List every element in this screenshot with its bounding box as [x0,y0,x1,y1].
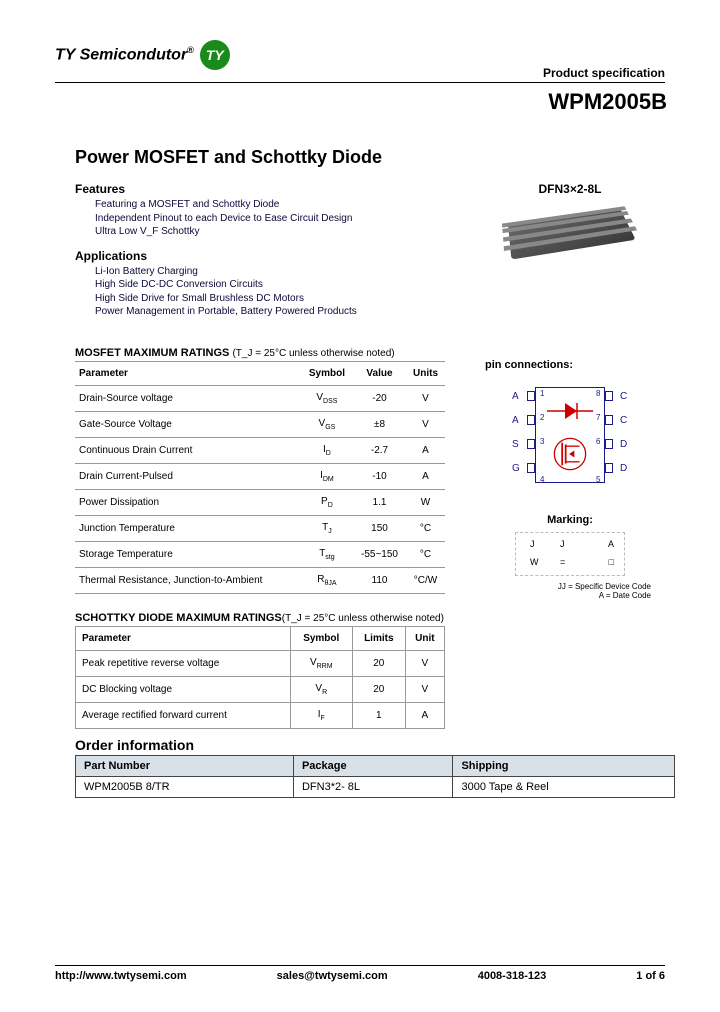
footer-url: http://www.twtysemi.com [55,970,187,982]
application-item: Li-Ion Battery Charging [95,265,445,279]
table-row: DC Blocking voltageVR20V [76,676,445,702]
schottky-ratings-table: Parameter Symbol Limits Unit Peak repeti… [75,626,445,729]
applications-heading: Applications [75,249,445,263]
application-item: Power Management in Portable, Battery Po… [95,305,445,319]
table-row: Drain-Source voltageVDSS-20V [75,385,445,411]
company-logo: TY [200,40,230,70]
application-item: High Side DC-DC Conversion Circuits [95,278,445,292]
col-package: Package [293,755,453,776]
schottky-diode-icon [547,391,593,431]
part-number: WPM2005B [55,89,667,115]
company-name: TY Semicondutor® [55,45,194,64]
table-row: Continuous Drain CurrentID-2.7A [75,437,445,463]
col-parameter: Parameter [75,361,301,385]
col-unit: Unit [405,626,444,650]
schottky-table-title: SCHOTTKY DIODE MAXIMUM RATINGS(T_J = 25°… [75,612,445,624]
col-parameter: Parameter [76,626,291,650]
feature-item: Independent Pinout to each Device to Eas… [95,212,445,226]
table-row: Junction TemperatureTJ150°C [75,515,445,541]
table-row: Drain Current-PulsedIDM-10A [75,463,445,489]
feature-item: Ultra Low V_F Schottky [95,225,445,239]
col-limits: Limits [352,626,405,650]
col-partnum: Part Number [76,755,294,776]
package-label: DFN3×2-8L [485,182,655,196]
marking-legend: JJ = Specific Device Code A = Date Code [485,582,655,601]
mosfet-table-title: MOSFET MAXIMUM RATINGS (T_J = 25°C unles… [75,347,445,359]
footer-phone: 4008-318-123 [478,970,547,982]
mosfet-icon [547,434,593,474]
mosfet-ratings-table: Parameter Symbol Value Units Drain-Sourc… [75,361,445,594]
application-item: High Side Drive for Small Brushless DC M… [95,292,445,306]
col-symbol: Symbol [290,626,352,650]
table-row: Peak repetitive reverse voltageVRRM20V [76,650,445,676]
package-image [508,207,636,260]
table-row: Thermal Resistance, Junction-to-AmbientR… [75,567,445,593]
marking-heading: Marking: [485,514,655,526]
page-title: Power MOSFET and Schottky Diode [75,147,655,168]
order-table: Part Number Package Shipping WPM2005B 8/… [75,755,675,798]
table-row: Average rectified forward currentIF1A [76,702,445,728]
feature-item: Featuring a MOSFET and Schottky Diode [95,198,445,212]
footer-page: 1 of 6 [636,970,665,982]
features-list: Featuring a MOSFET and Schottky Diode In… [95,198,445,239]
order-heading: Order information [75,737,655,753]
table-row: Power DissipationPD1.1W [75,489,445,515]
col-symbol: Symbol [301,361,353,385]
col-value: Value [353,361,406,385]
col-shipping: Shipping [453,755,675,776]
footer-email: sales@twtysemi.com [277,970,388,982]
header-rule [55,82,665,83]
table-row: Storage TemperatureTstg-55~150°C [75,541,445,567]
table-row: WPM2005B 8/TR DFN3*2- 8L 3000 Tape & Ree… [76,776,675,797]
marking-diagram: J J A W = □ [515,532,625,576]
pin-connections-heading: pin connections: [485,359,655,371]
features-heading: Features [75,182,445,196]
table-row: Gate-Source VoltageVGS±8V [75,411,445,437]
applications-list: Li-Ion Battery Charging High Side DC-DC … [95,265,445,319]
page-footer: http://www.twtysemi.com sales@twtysemi.c… [55,965,665,982]
pin-diagram: A A S G C C D D 1 2 3 4 8 7 6 5 [500,379,640,494]
col-units: Units [406,361,445,385]
product-spec-label: Product specification [55,66,665,80]
